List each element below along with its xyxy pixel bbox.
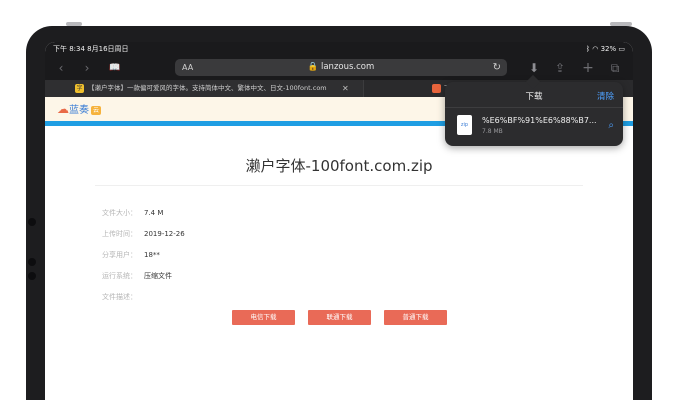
zip-file-icon: zip xyxy=(457,115,472,135)
downloads-popover: 下载 清除 zip %E6%BF%91%E6%88%B7... 7.8 MB ⌕ xyxy=(445,82,623,146)
file-type-label: zip xyxy=(460,122,469,128)
popover-divider xyxy=(445,107,623,108)
info-key: 上传时间： xyxy=(102,230,137,238)
side-button-2 xyxy=(28,258,36,266)
address-bar[interactable]: AA 🔒 lanzous.com ↻ xyxy=(175,59,507,76)
tabs-overview-icon[interactable]: ⧉ xyxy=(607,60,623,76)
side-button-3 xyxy=(28,272,36,280)
side-button-1 xyxy=(28,218,36,226)
url-text[interactable]: 🔒 lanzous.com xyxy=(175,59,507,76)
download-file-size: 7.8 MB xyxy=(482,128,503,135)
magnifier-icon[interactable]: ⌕ xyxy=(608,120,614,131)
info-value: 2019-12-26 xyxy=(144,230,185,238)
cloud-icon: ☁ xyxy=(57,102,69,116)
file-title: 濑户字体-100font.com.zip xyxy=(245,157,433,175)
info-value: 18** xyxy=(144,251,160,259)
clear-downloads-button[interactable]: 清除 xyxy=(597,90,614,102)
info-key: 文件描述： xyxy=(102,293,137,301)
tab-lanzous[interactable]: 字 【濑户字体】一款偏可爱风的字体。支持简体中文、繁体中文、日文-100font… xyxy=(45,80,364,97)
back-icon[interactable]: ‹ xyxy=(53,60,69,76)
unicom-download-button[interactable]: 联通下载 xyxy=(308,310,371,325)
site-logo[interactable]: ☁蓝奏云 xyxy=(57,102,102,117)
status-icons: ᛒ ◠ 32% ▭ xyxy=(585,45,625,53)
download-file-name[interactable]: %E6%BF%91%E6%88%B7... xyxy=(482,116,597,125)
info-value: 7.4 M xyxy=(144,209,164,217)
ipad-top-button-left xyxy=(66,22,82,26)
ipad-top-button-right xyxy=(610,22,632,26)
title-divider xyxy=(95,185,583,186)
downloads-icon[interactable]: ⬇ xyxy=(526,60,542,76)
share-icon[interactable]: ⇪ xyxy=(552,60,568,76)
forward-icon[interactable]: › xyxy=(79,60,95,76)
logo-text: 蓝奏 xyxy=(69,105,89,116)
bookmarks-icon[interactable]: 📖 xyxy=(107,60,123,76)
tab-title: 【濑户字体】一款偏可爱风的字体。支持简体中文、繁体中文、日文-100font.c… xyxy=(88,84,327,92)
tab-favicon: 字 xyxy=(75,84,84,93)
info-key: 文件大小： xyxy=(102,209,137,217)
info-key: 运行系统： xyxy=(102,272,137,280)
reload-icon[interactable]: ↻ xyxy=(493,60,501,75)
info-key: 分享用户： xyxy=(102,251,137,259)
close-tab-icon[interactable]: ✕ xyxy=(342,80,349,97)
normal-download-button[interactable]: 普通下载 xyxy=(384,310,447,325)
new-tab-icon[interactable]: + xyxy=(580,60,596,76)
status-time: 下午 8:34 8月16日周日 xyxy=(53,45,129,53)
logo-badge: 云 xyxy=(91,105,102,115)
info-value: 压缩文件 xyxy=(144,272,172,280)
browser-toolbar: ‹ › 📖 AA 🔒 lanzous.com ↻ ⬇ ⇪ + ⧉ xyxy=(45,56,633,80)
status-bar: 下午 8:34 8月16日周日 ᛒ ◠ 32% ▭ xyxy=(45,42,633,56)
tab-favicon xyxy=(432,84,441,93)
tab-second[interactable]: 下 xyxy=(364,80,454,97)
telecom-download-button[interactable]: 电信下载 xyxy=(232,310,295,325)
